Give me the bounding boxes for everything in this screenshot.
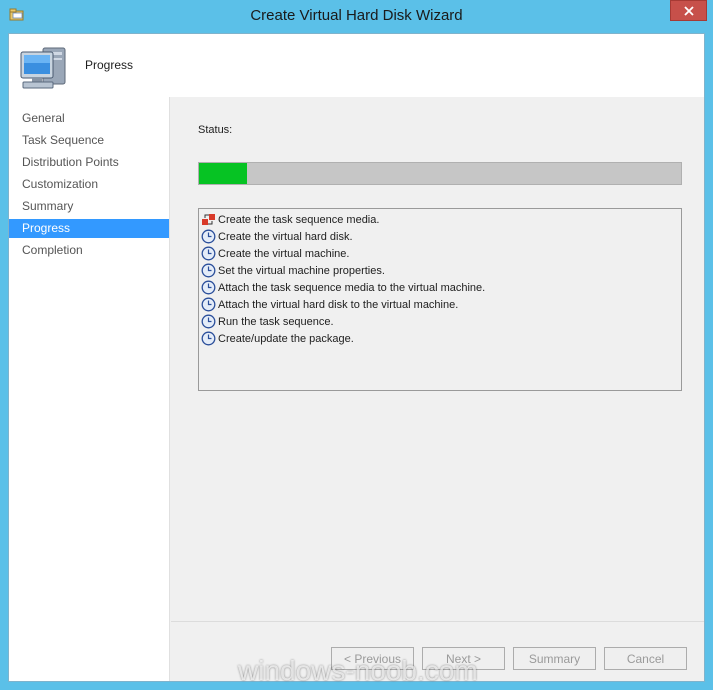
task-label: Run the task sequence. xyxy=(218,315,334,328)
clock-icon xyxy=(201,331,216,346)
task-row: Attach the task sequence media to the vi… xyxy=(201,279,485,296)
nav-item-progress[interactable]: Progress xyxy=(9,219,169,238)
in-progress-icon xyxy=(202,214,215,225)
task-label: Set the virtual machine properties. xyxy=(218,264,385,277)
watermark: windows-noob.com xyxy=(238,655,478,686)
task-row: Create the virtual hard disk. xyxy=(201,228,353,245)
task-row: Run the task sequence. xyxy=(201,313,334,330)
title-bar[interactable]: Create Virtual Hard Disk Wizard xyxy=(0,0,713,33)
nav-item-distribution-points[interactable]: Distribution Points xyxy=(9,153,169,172)
task-row: Create the virtual machine. xyxy=(201,245,349,262)
task-label: Attach the task sequence media to the vi… xyxy=(218,281,486,294)
window-title: Create Virtual Hard Disk Wizard xyxy=(250,7,463,24)
wizard-header: Progress xyxy=(9,34,704,97)
close-icon xyxy=(683,5,694,16)
computer-icon xyxy=(20,47,66,89)
clock-icon xyxy=(201,246,216,261)
clock-icon xyxy=(201,280,216,295)
clock-icon xyxy=(201,263,216,278)
progress-bar-fill xyxy=(199,163,247,184)
summary-button[interactable]: Summary xyxy=(513,647,596,670)
nav-item-summary[interactable]: Summary xyxy=(9,197,169,216)
nav-item-general[interactable]: General xyxy=(9,109,169,128)
nav-item-task-sequence[interactable]: Task Sequence xyxy=(9,131,169,150)
nav-item-customization[interactable]: Customization xyxy=(9,175,169,194)
wizard-nav: General Task Sequence Distribution Point… xyxy=(9,97,170,681)
wizard-content: Status: Create the task sequence media. xyxy=(171,97,704,621)
clock-icon xyxy=(201,229,216,244)
task-row: Attach the virtual hard disk to the virt… xyxy=(201,296,458,313)
close-button[interactable] xyxy=(670,0,707,21)
clock-icon xyxy=(201,314,216,329)
wizard-frame: Progress General Task Sequence Distribut… xyxy=(8,33,705,682)
nav-item-completion[interactable]: Completion xyxy=(9,241,169,260)
task-label: Create/update the package. xyxy=(218,332,354,345)
task-label: Create the virtual hard disk. xyxy=(218,230,353,243)
task-label: Create the virtual machine. xyxy=(218,247,350,260)
task-row: Create/update the package. xyxy=(201,330,354,347)
status-label: Status: xyxy=(198,124,233,136)
task-label: Create the task sequence media. xyxy=(218,213,380,226)
cancel-button[interactable]: Cancel xyxy=(604,647,687,670)
progress-bar xyxy=(198,162,682,185)
wizard-window: Create Virtual Hard Disk Wizard Progress… xyxy=(0,0,713,690)
task-row: Set the virtual machine properties. xyxy=(201,262,385,279)
task-list[interactable]: Create the task sequence media. Create t… xyxy=(198,208,682,391)
task-label: Attach the virtual hard disk to the virt… xyxy=(218,298,459,311)
page-title: Progress xyxy=(85,58,134,72)
clock-icon xyxy=(201,297,216,312)
task-row: Create the task sequence media. xyxy=(201,211,379,228)
